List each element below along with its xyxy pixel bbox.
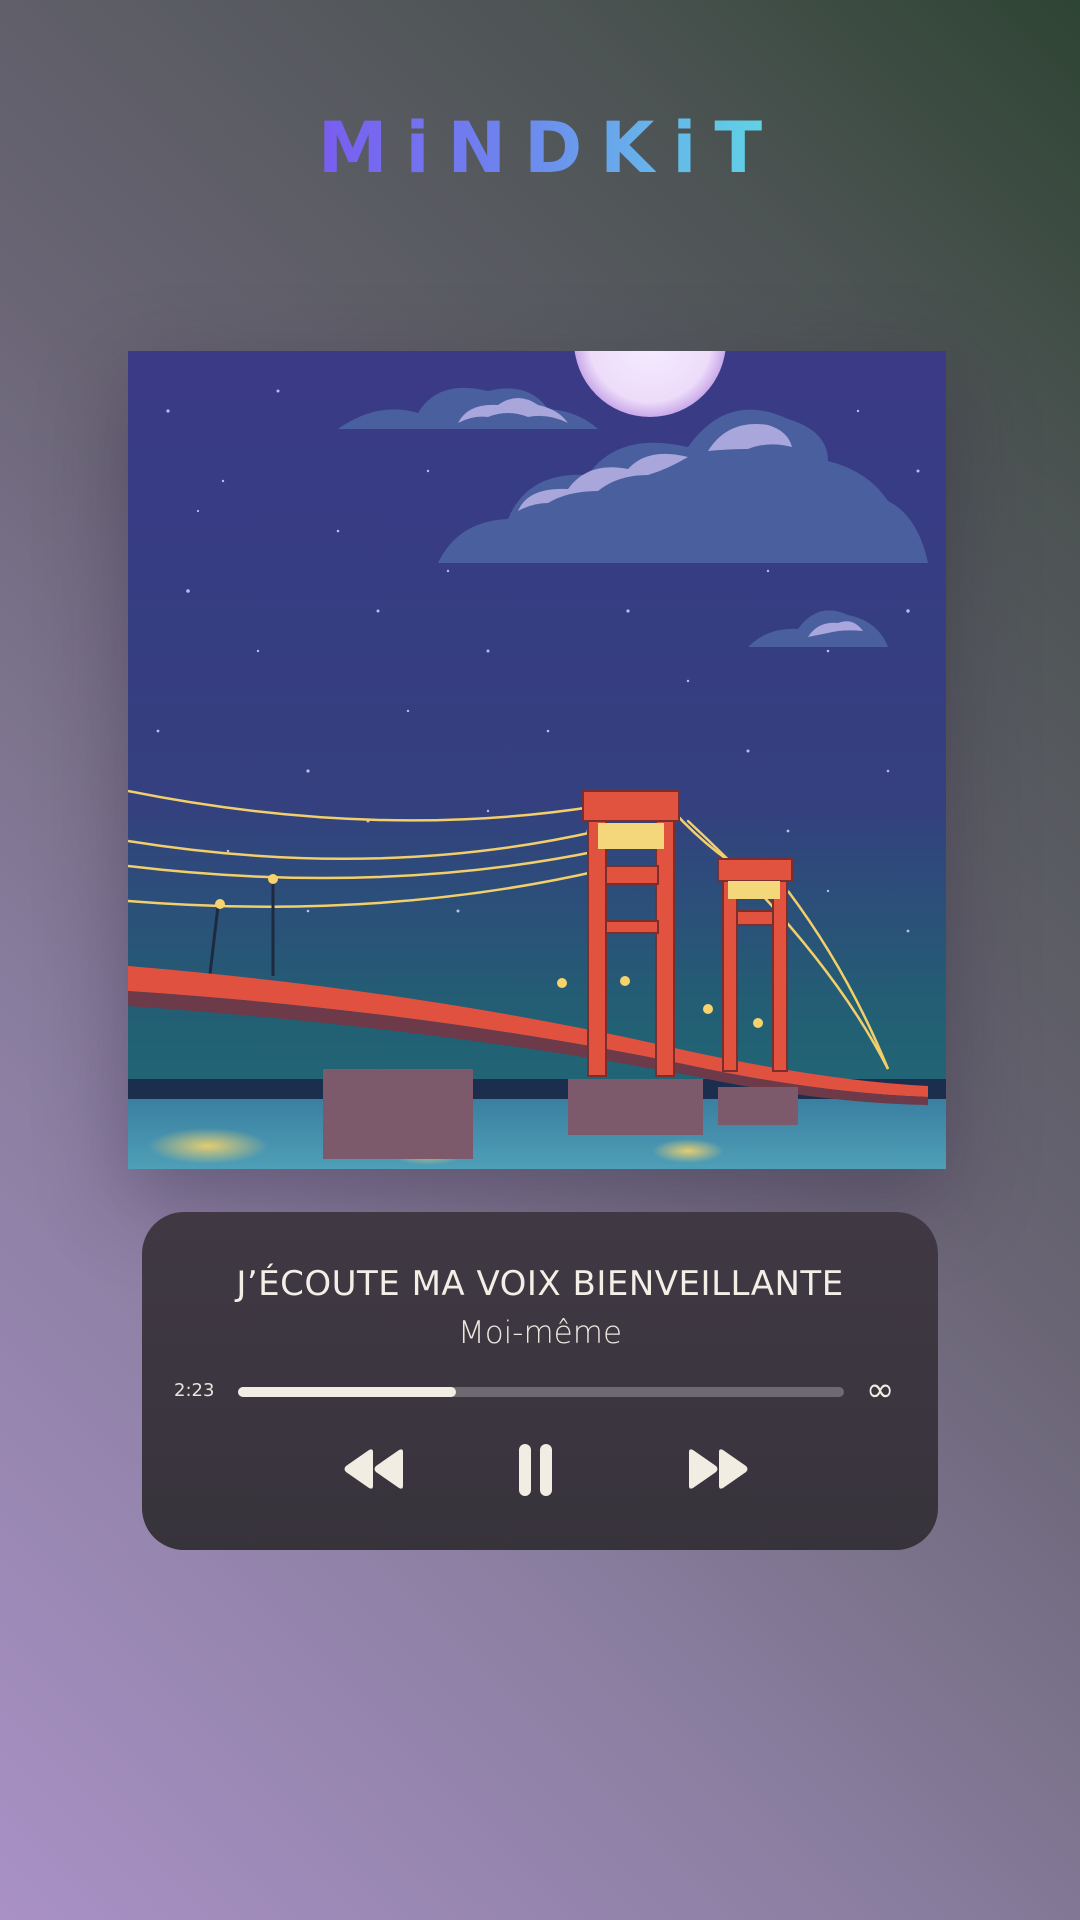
fast-forward-button[interactable]	[686, 1434, 750, 1504]
pause-button[interactable]	[516, 1434, 556, 1504]
track-title: J’ÉCOUTE MA VOIX BIENVEILLANTE	[236, 1264, 844, 1304]
album-artwork	[128, 351, 946, 1169]
progress-fill	[238, 1387, 457, 1397]
progress-bar[interactable]	[238, 1387, 844, 1397]
time-elapsed: 2:23	[174, 1380, 215, 1401]
app-logo: MiNDKiT	[0, 108, 1080, 188]
rewind-icon	[344, 1449, 403, 1489]
fast-forward-icon	[689, 1449, 748, 1489]
player-card: J’ÉCOUTE MA VOIX BIENVEILLANTE Moi-même …	[142, 1212, 938, 1550]
app-logo-text: MiNDKiT	[300, 107, 780, 189]
infinity-icon: ∞	[866, 1370, 895, 1410]
rewind-button[interactable]	[342, 1434, 406, 1504]
album-artwork-image	[128, 351, 946, 1169]
playback-controls	[142, 1434, 938, 1504]
track-artist: Moi-même	[457, 1315, 623, 1351]
pause-icon	[519, 1444, 552, 1496]
